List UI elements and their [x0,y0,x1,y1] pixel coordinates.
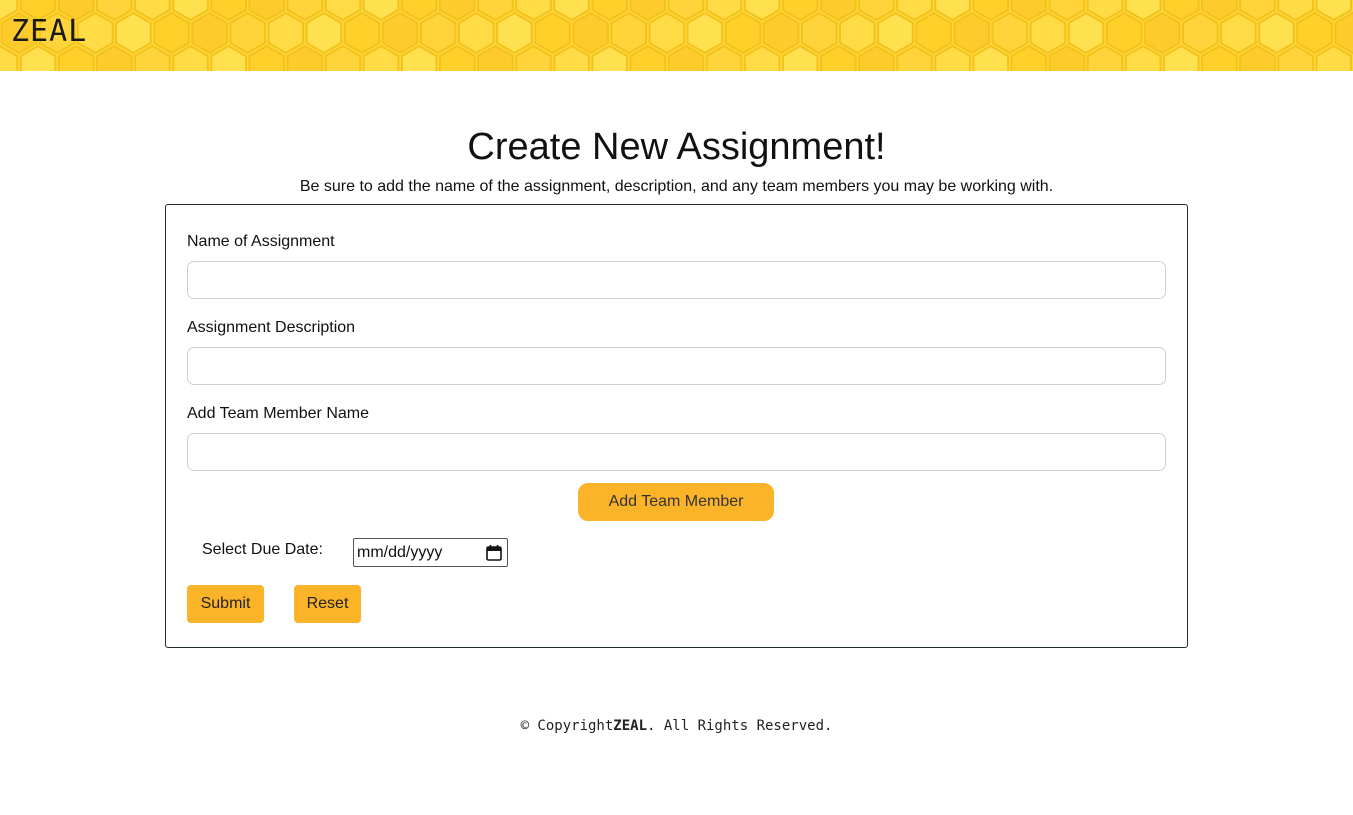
site-logo[interactable]: ZEAL [11,14,87,50]
team-member-input[interactable] [187,433,1166,471]
honeycomb-cell [496,11,533,55]
calendar-icon[interactable] [485,544,503,562]
honeycomb-cell [1296,11,1333,55]
honeycomb-cell [1067,11,1105,55]
honeycomb-cell [762,11,800,55]
assignment-description-input[interactable] [187,347,1166,385]
honeycomb-cell [305,11,343,55]
submit-button[interactable]: Submit [187,585,264,623]
due-date-label: Select Due Date: [202,541,323,558]
honeycomb-cell [191,11,228,55]
honeycomb-cell [381,11,419,55]
honeycomb-cell [1143,11,1181,55]
honeycomb-cell [229,11,266,55]
footer-prefix: © Copyright [520,718,614,734]
footer-copyright: © CopyrightZEAL. All Rights Reserved. [0,716,1353,736]
reset-button[interactable]: Reset [294,585,361,623]
honeycomb-cell [1220,11,1257,55]
honeycomb-cell [1334,11,1353,55]
honeycomb-cell [1258,11,1295,55]
page-subtitle: Be sure to add the name of the assignmen… [299,178,1054,195]
honeycomb-cell [1105,11,1143,55]
honeycomb-cell [343,11,381,55]
add-team-member-button[interactable]: Add Team Member [578,483,774,521]
honeycomb-cell [800,11,838,55]
assignment-name-label: Name of Assignment [187,233,335,250]
honeycomb-cell [877,11,914,55]
page-title: Create New Assignment! [467,126,886,168]
site-header: ZEAL [0,0,1353,71]
honeycomb-cell [1029,11,1067,55]
due-date-input[interactable]: mm/dd/yyyy [353,538,508,567]
assignment-form: Name of Assignment Assignment Descriptio… [165,204,1188,648]
footer-brand: ZEAL [613,718,647,734]
honeycomb-cell [991,11,1029,55]
honeycomb-cell [953,11,990,55]
honeycomb-cell [419,11,457,55]
honeycomb-background [0,0,1353,71]
honeycomb-cell [610,11,648,55]
team-member-label: Add Team Member Name [187,405,369,422]
honeycomb-cell [839,11,876,55]
honeycomb-cell [458,11,495,55]
assignment-name-input[interactable] [187,261,1166,299]
footer-suffix: . All Rights Reserved. [647,718,833,734]
honeycomb-cell [267,11,305,55]
assignment-description-label: Assignment Description [187,319,356,336]
honeycomb-cell [724,11,762,55]
honeycomb-cell [115,11,152,55]
honeycomb-cell [648,11,686,55]
honeycomb-cell [572,11,609,55]
honeycomb-cell [915,11,952,55]
due-date-placeholder: mm/dd/yyyy [357,543,443,561]
honeycomb-cell [153,11,190,55]
honeycomb-cell [534,11,571,55]
honeycomb-cell [1182,11,1219,55]
honeycomb-cell [686,11,724,55]
